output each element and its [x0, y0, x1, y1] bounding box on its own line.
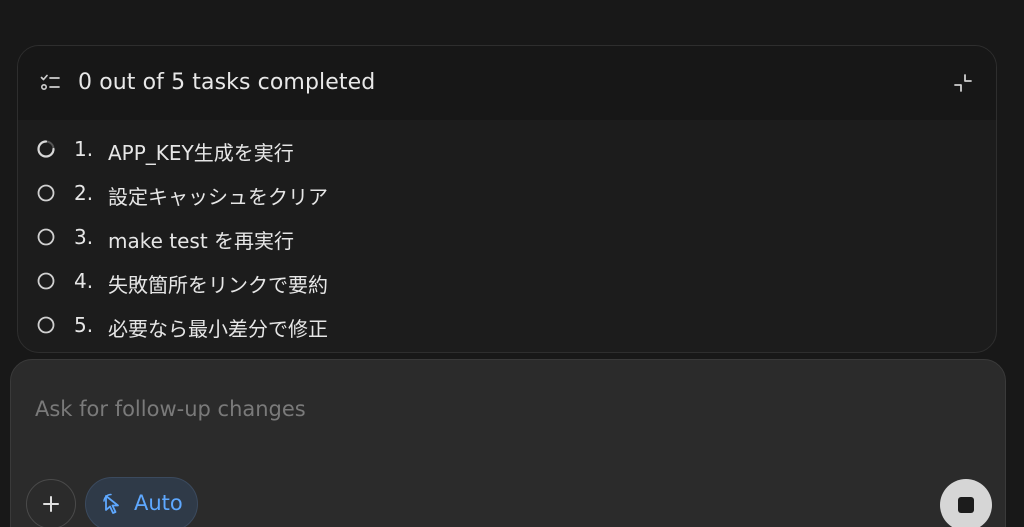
list-checks-icon — [40, 74, 60, 91]
pending-circle-icon — [37, 184, 55, 202]
task-item: 2. 設定キャッシュをクリア — [18, 171, 996, 215]
cursor-pointer-icon — [103, 493, 119, 514]
pending-circle-icon — [37, 316, 55, 334]
task-item: 3. make test を再実行 — [18, 215, 996, 259]
task-item: 5. 必要なら最小差分で修正 — [18, 303, 996, 347]
task-list: 1. APP_KEY生成を実行 2. 設定キャッシュをクリア 3. make t… — [18, 127, 996, 347]
task-number: 4. — [74, 269, 94, 293]
composer: Auto — [10, 359, 1006, 527]
task-text: make test を再実行 — [108, 229, 295, 253]
task-progress-title: 0 out of 5 tasks completed — [78, 70, 376, 95]
mode-selector-button[interactable]: Auto — [85, 477, 198, 527]
task-number: 3. — [74, 225, 94, 249]
pending-circle-icon — [37, 228, 55, 246]
task-item: 4. 失敗箇所をリンクで要約 — [18, 259, 996, 303]
app-page: 0 out of 5 tasks completed 1. APP_KEY生成を… — [0, 0, 1024, 527]
stop-button[interactable] — [940, 479, 992, 527]
task-number: 1. — [74, 137, 94, 161]
stop-icon — [958, 497, 974, 513]
task-number: 5. — [74, 313, 94, 337]
task-item: 1. APP_KEY生成を実行 — [18, 127, 996, 171]
plus-icon — [43, 496, 59, 512]
task-text: APP_KEY生成を実行 — [108, 141, 294, 165]
task-text: 設定キャッシュをクリア — [108, 185, 328, 209]
task-panel-header: 0 out of 5 tasks completed — [18, 46, 996, 120]
task-panel: 0 out of 5 tasks completed 1. APP_KEY生成を… — [17, 45, 997, 353]
mode-label: Auto — [134, 491, 183, 515]
follow-up-input[interactable] — [33, 390, 937, 428]
task-text: 必要なら最小差分で修正 — [108, 317, 328, 341]
collapse-icon[interactable] — [952, 72, 974, 94]
task-number: 2. — [74, 181, 94, 205]
task-text: 失敗箇所をリンクで要約 — [108, 273, 328, 297]
pending-circle-icon — [37, 272, 55, 290]
spinner-icon — [37, 140, 55, 158]
add-button[interactable] — [26, 479, 76, 527]
